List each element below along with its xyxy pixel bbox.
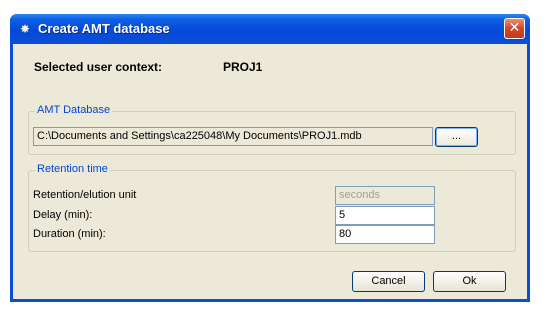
ok-button[interactable]: Ok	[433, 271, 506, 292]
browse-button[interactable]: ...	[435, 127, 478, 147]
dialog-window: ✸ Create AMT database ✕ Selected user co…	[10, 14, 530, 302]
close-icon: ✕	[508, 20, 521, 36]
database-path-field[interactable]: C:\Documents and Settings\ca225048\My Do…	[33, 127, 433, 146]
duration-label: Duration (min):	[33, 228, 106, 240]
title-bar[interactable]: ✸ Create AMT database ✕	[10, 14, 530, 44]
retention-time-group: Retention time Retention/elution unit se…	[28, 163, 516, 252]
close-button[interactable]: ✕	[504, 18, 525, 39]
amt-database-group-title: AMT Database	[35, 104, 113, 116]
retention-unit-field: seconds	[335, 186, 435, 205]
delay-label: Delay (min):	[33, 209, 93, 221]
window-title: Create AMT database	[38, 21, 170, 36]
user-context-label: Selected user context:	[34, 60, 163, 74]
retention-unit-label: Retention/elution unit	[33, 189, 137, 201]
retention-time-group-title: Retention time	[35, 163, 110, 175]
app-icon: ✸	[19, 22, 31, 36]
amt-database-group: AMT Database C:\Documents and Settings\c…	[28, 104, 516, 155]
cancel-button[interactable]: Cancel	[352, 271, 425, 292]
delay-input[interactable]: 5	[335, 206, 435, 225]
duration-input[interactable]: 80	[335, 225, 435, 244]
user-context-value: PROJ1	[223, 60, 263, 74]
dialog-body: Selected user context: PROJ1 AMT Databas…	[13, 44, 527, 299]
